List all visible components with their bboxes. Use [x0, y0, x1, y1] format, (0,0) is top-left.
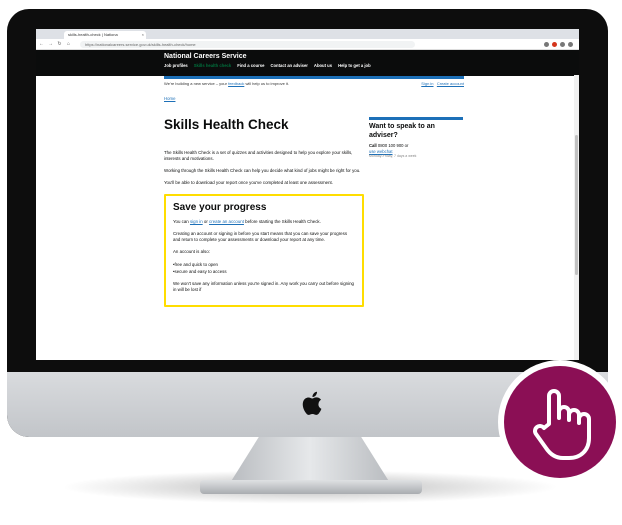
- main-content: Skills Health Check The Skills Health Ch…: [164, 117, 364, 307]
- text: or: [404, 143, 409, 148]
- text: before starting the Skills Health Check.: [245, 219, 321, 224]
- nav-item-about-us[interactable]: About us: [314, 63, 332, 68]
- adviser-heading: Want to speak to an adviser?: [369, 123, 435, 139]
- breadcrumb-home[interactable]: Home: [164, 96, 579, 101]
- nav-item-help-job[interactable]: Help to get a job: [338, 63, 371, 68]
- pointing-hand-icon: [533, 389, 591, 460]
- nav-item-skills-health-check[interactable]: Skills health check: [194, 63, 231, 68]
- text: You can: [173, 219, 189, 224]
- beta-suffix: will help us to improve it.: [245, 81, 290, 86]
- site-header: National Careers Service Job profiles Sk…: [36, 50, 579, 76]
- account-benefit-paragraph: Creating an account or signing in before…: [173, 231, 348, 242]
- reload-icon[interactable]: ↻: [56, 41, 63, 47]
- header-blue-bar: [164, 76, 464, 79]
- monitor-stand-base: [200, 480, 422, 494]
- tab-title: skills-health-check | Nationa: [68, 32, 118, 37]
- tab-close-icon[interactable]: ×: [142, 31, 144, 39]
- account-also-paragraph: An account is also:: [173, 249, 210, 254]
- phone-number: 0800 100 900: [377, 143, 404, 148]
- page-scrollbar[interactable]: [574, 75, 579, 360]
- intro-paragraph: You'll be able to download your report o…: [164, 180, 333, 185]
- opening-hours: Monday-Friday, 7 days a week: [369, 154, 417, 158]
- save-progress-panel: Save your progress You can sign in or cr…: [164, 194, 364, 307]
- browser-address-bar: ← → ↻ ⌂ https://nationalcareers.service.…: [36, 39, 579, 50]
- extension-icon[interactable]: [544, 41, 549, 47]
- sign-in-link[interactable]: Sign in: [421, 81, 433, 86]
- benefit-list: free and quick to open secure and easy t…: [173, 261, 355, 275]
- browser-tab-bar: skills-health-check | Nationa ×: [36, 29, 579, 39]
- apple-logo-icon: [302, 391, 322, 415]
- url-field[interactable]: https://nationalcareers.service.gov.uk/s…: [80, 40, 415, 48]
- forward-icon[interactable]: →: [47, 41, 54, 47]
- nav-item-find-a-course[interactable]: Find a course: [237, 63, 264, 68]
- account-links: Sign in Create account: [421, 81, 464, 86]
- create-account-inline-link[interactable]: create an account: [209, 219, 244, 224]
- nav-item-job-profiles[interactable]: Job profiles: [164, 63, 188, 68]
- create-account-link[interactable]: Create account: [437, 81, 464, 86]
- save-progress-heading: Save your progress: [173, 202, 267, 213]
- menu-icon[interactable]: [568, 41, 573, 47]
- list-item: free and quick to open: [173, 261, 355, 268]
- browser-tab[interactable]: skills-health-check | Nationa ×: [64, 31, 146, 39]
- nav-item-contact-adviser[interactable]: Contact an adviser: [270, 63, 307, 68]
- browser-screen: skills-health-check | Nationa × ← → ↻ ⌂ …: [36, 29, 579, 360]
- warning-paragraph: We won't save any information unless you…: [173, 281, 354, 292]
- page-title: Skills Health Check: [164, 117, 289, 132]
- scrollbar-thumb[interactable]: [575, 135, 578, 275]
- feedback-link[interactable]: feedback: [228, 81, 244, 86]
- extension-icon[interactable]: [560, 41, 565, 47]
- adviser-sidebar: Want to speak to an adviser? Call 0800 1…: [369, 117, 463, 160]
- browser-extensions: [544, 41, 579, 47]
- site-nav: Job profiles Skills health check Find a …: [164, 63, 579, 68]
- service-name[interactable]: National Careers Service: [164, 50, 579, 60]
- webchat-link[interactable]: use webchat: [369, 149, 393, 154]
- beta-text: We're building a new service – your feed…: [164, 81, 289, 86]
- beta-prefix: We're building a new service – your: [164, 81, 227, 86]
- beta-banner: We're building a new service – your feed…: [164, 81, 464, 86]
- intro-paragraph: Working through the Skills Health Check …: [164, 168, 361, 173]
- list-item: secure and easy to access: [173, 268, 355, 275]
- sign-in-inline-link[interactable]: sign in: [190, 219, 203, 224]
- home-icon[interactable]: ⌂: [65, 41, 72, 47]
- intro-paragraph: The Skills Health Check is a set of quiz…: [164, 150, 353, 161]
- call-label: Call: [369, 143, 377, 148]
- extension-icon[interactable]: [552, 41, 557, 47]
- text: or: [203, 219, 208, 224]
- monitor-stand: [230, 437, 390, 483]
- sign-in-paragraph: You can sign in or create an account bef…: [173, 219, 355, 225]
- back-icon[interactable]: ←: [38, 41, 45, 47]
